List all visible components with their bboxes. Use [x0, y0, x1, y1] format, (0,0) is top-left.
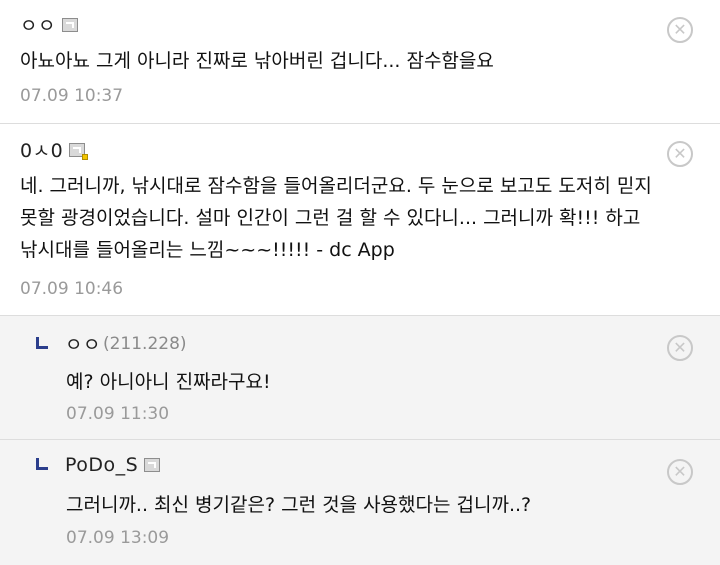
reply-item: PoDo_S 그러니까.. 최신 병기같은? 그런 것을 사용했다는 겁니까..…	[0, 440, 720, 565]
comment-text: 네. 그러니까, 낚시대로 잠수함을 들어올리더군요. 두 눈으로 보고도 도저…	[20, 175, 658, 261]
reply-header: ㅇㅇ (211.228)	[36, 330, 187, 357]
comment-text: 그러니까.. 최신 병기같은? 그런 것을 사용했다는 겁니까..?	[66, 494, 532, 516]
commenter-ip: (211.228)	[102, 333, 187, 354]
gallery-icon	[61, 17, 78, 32]
delete-icon[interactable]: ✕	[667, 459, 693, 485]
comment-text: 아뇨아뇨 그게 아니라 진짜로 낚아버린 겁니다... 잠수함을요	[20, 50, 494, 72]
comment-timestamp: 07.09 11:30	[66, 404, 170, 424]
comment-header: 0ㅅ0	[20, 136, 89, 163]
commenter-nickname[interactable]: 0ㅅ0	[20, 136, 63, 163]
reply-arrow-icon	[36, 458, 48, 470]
comment-timestamp: 07.09 10:46	[20, 279, 124, 299]
delete-icon[interactable]: ✕	[667, 335, 693, 361]
reply-arrow-icon	[36, 336, 48, 349]
reply-header: PoDo_S	[36, 454, 161, 476]
sub-gallery-icon	[69, 142, 89, 160]
delete-icon[interactable]: ✕	[667, 141, 693, 167]
commenter-nickname[interactable]: ㅇㅇ	[65, 330, 101, 357]
delete-icon[interactable]: ✕	[667, 17, 693, 43]
reply-item: ㅇㅇ (211.228) 예? 아니아니 진짜라구요! 07.09 11:30 …	[0, 316, 720, 440]
comment-item: 0ㅅ0 네. 그러니까, 낚시대로 잠수함을 들어올리더군요. 두 눈으로 보고…	[0, 124, 720, 316]
commenter-nickname[interactable]: PoDo_S	[65, 454, 138, 476]
comment-timestamp: 07.09 13:09	[66, 528, 170, 548]
commenter-nickname[interactable]: ㅇㅇ	[20, 11, 56, 38]
comment-text: 예? 아니아니 진짜라구요!	[66, 371, 271, 393]
comment-header: ㅇㅇ	[20, 11, 78, 38]
comment-item: ㅇㅇ 아뇨아뇨 그게 아니라 진짜로 낚아버린 겁니다... 잠수함을요 07.…	[0, 0, 720, 124]
comment-timestamp: 07.09 10:37	[20, 86, 124, 106]
gallery-icon	[144, 458, 161, 472]
